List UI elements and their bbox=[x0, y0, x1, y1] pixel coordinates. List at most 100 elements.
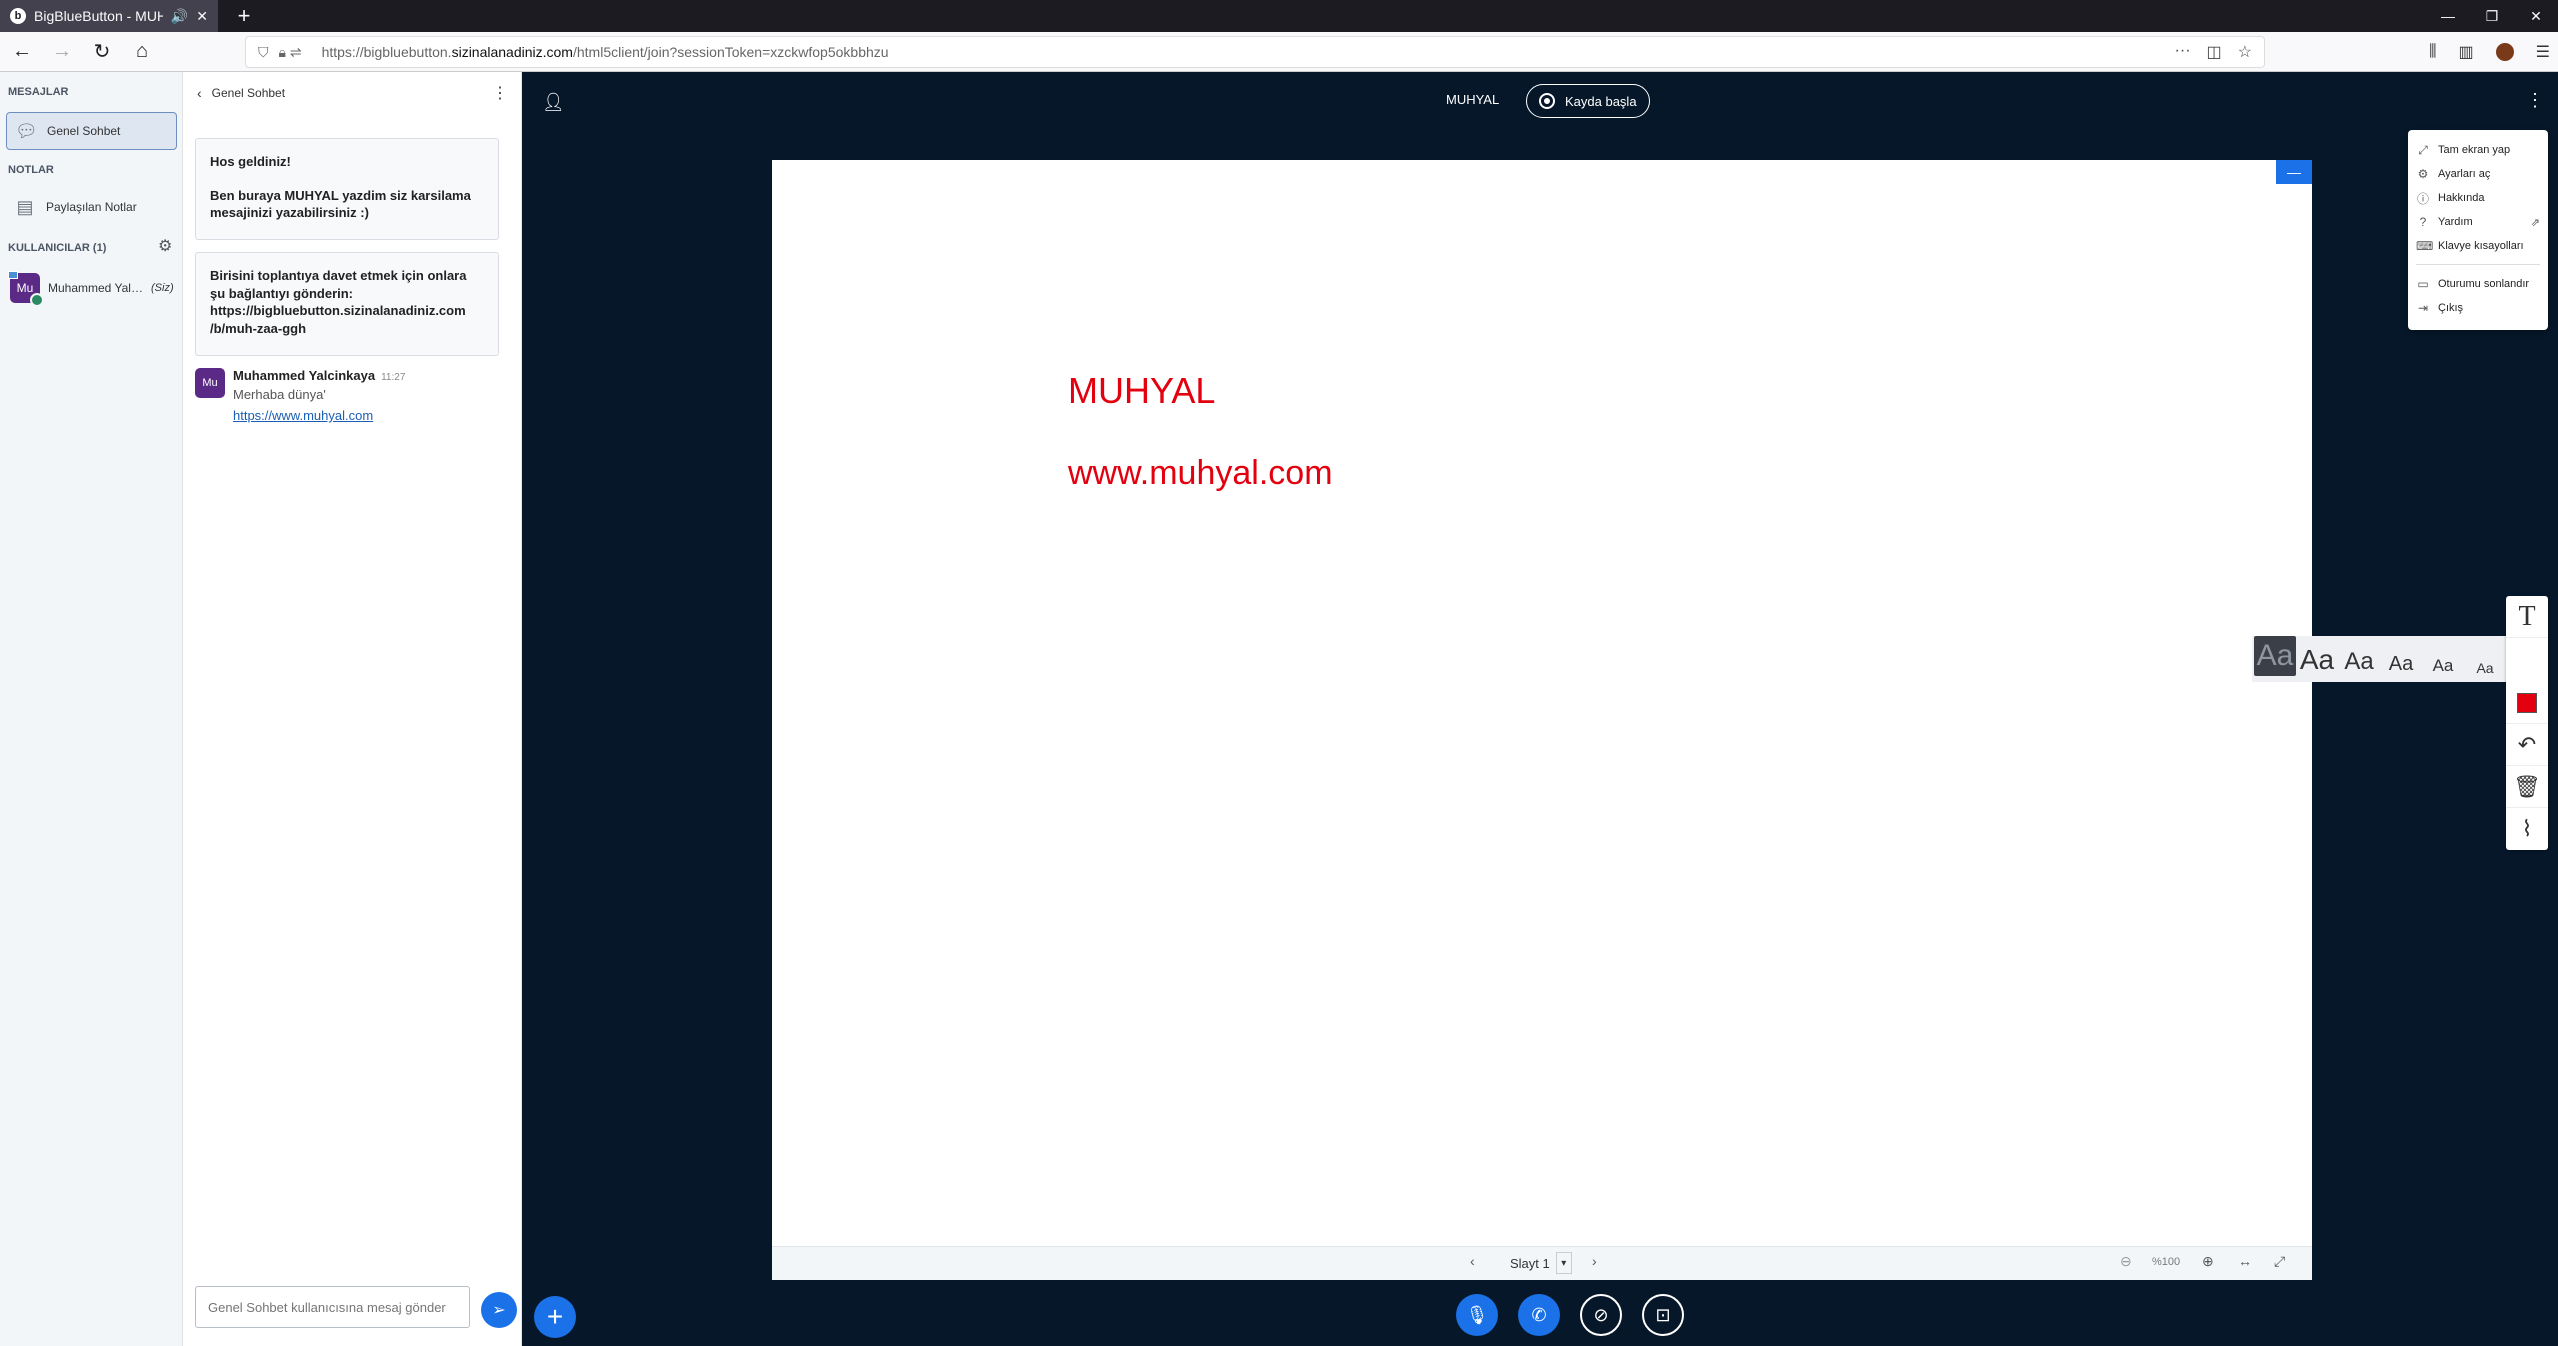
undo-icon[interactable]: ↶ bbox=[2506, 724, 2548, 766]
invite-link-part1: https://bigbluebutton.sizinalanadiniz.co… bbox=[210, 303, 466, 319]
font-size-option[interactable]: Aa bbox=[2296, 644, 2338, 676]
speaker-icon[interactable]: 🔊 bbox=[171, 8, 188, 25]
message-link[interactable]: https://www.muhyal.com bbox=[233, 408, 405, 423]
options-dropdown-menu: ⤢ Tam ekran yap ⚙ Ayarları aç ⓘ Hakkında ? Y… bbox=[2408, 130, 2548, 330]
window-controls: — ❐ ✕ bbox=[2426, 0, 2558, 32]
sidebar-icon[interactable]: ▥ bbox=[2459, 42, 2474, 62]
library-icon[interactable]: ⫼ bbox=[2429, 43, 2436, 61]
font-size-option[interactable]: Aa bbox=[2464, 660, 2506, 676]
slide-selector[interactable]: Slayt 1 ▾ bbox=[1510, 1251, 1572, 1275]
screen-share-button[interactable]: ⊡ bbox=[1642, 1294, 1684, 1336]
record-label: Kayda başla bbox=[1565, 93, 1637, 109]
user-avatar: Mu bbox=[8, 271, 44, 307]
menu-item-about[interactable]: ⓘ Hakkında bbox=[2408, 186, 2548, 210]
font-size-option[interactable]: Aa bbox=[2422, 656, 2464, 676]
chevron-left-icon[interactable]: ‹ bbox=[197, 85, 202, 101]
fullscreen-icon[interactable]: ⤢ bbox=[2274, 1253, 2285, 1270]
menu-label: Ayarları aç bbox=[2438, 168, 2491, 180]
send-message-button[interactable]: ➢ bbox=[481, 1292, 517, 1328]
camera-off-icon: ⊘ bbox=[1593, 1304, 1609, 1325]
chevron-down-icon[interactable]: ▾ bbox=[1555, 1252, 1572, 1274]
color-picker-button[interactable] bbox=[2506, 682, 2548, 724]
slide-text-line1: MUHYAL bbox=[1068, 370, 1216, 411]
close-window-icon[interactable]: ✕ bbox=[2514, 0, 2558, 32]
presentation-toolbar: ‹ Slayt 1 ▾ › ⊖ %100 ⊕ ↔ ⤢ bbox=[772, 1246, 2312, 1280]
audio-phone-button[interactable]: ✆ bbox=[1518, 1294, 1560, 1336]
restore-window-icon[interactable]: ❐ bbox=[2470, 0, 2514, 32]
menu-label: Hakkında bbox=[2438, 192, 2485, 204]
minimize-presentation-button[interactable]: — bbox=[2276, 160, 2312, 184]
presentation-slide[interactable]: MUHYAL www.muhyal.com — ‹ Slayt 1 ▾ › ⊖ … bbox=[772, 160, 2312, 1280]
shared-notes-item[interactable]: ▤ Paylaşılan Notlar bbox=[6, 188, 177, 226]
bigbluebutton-logo-icon: b bbox=[10, 8, 26, 24]
chat-panel: ‹ Genel Sohbet ⋮ Hos geldiniz! Ben buray… bbox=[183, 72, 522, 1346]
home-icon[interactable]: ⌂ bbox=[124, 34, 160, 70]
font-size-option[interactable]: Aa bbox=[2338, 648, 2380, 676]
hamburger-menu-icon[interactable]: ☰ bbox=[2536, 42, 2550, 62]
message-avatar: Mu bbox=[195, 368, 225, 398]
url-path: /html5client/join?sessionToken=xzckwfop5… bbox=[572, 44, 889, 60]
menu-item-logout[interactable]: ⇥ Çıkış bbox=[2408, 296, 2548, 320]
welcome-line2: Ben buraya MUHYAL yazdim siz karsilama m… bbox=[210, 187, 471, 221]
menu-item-end-meeting[interactable]: ▭ Oturumu sonlandır bbox=[2408, 272, 2548, 296]
user-list-panel: MESAJLAR 💬︎ Genel Sohbet NOTLAR ▤ Paylaş… bbox=[0, 72, 183, 1346]
lock-icon[interactable]: 🔒︎ ⇌ bbox=[279, 44, 302, 61]
slide-label: Slayt 1 bbox=[1510, 1255, 1550, 1271]
url-domain: sizinalanadiniz.com bbox=[451, 44, 573, 60]
font-size-picker: Aa Aa Aa Aa Aa Aa bbox=[2252, 636, 2506, 682]
chat-options-icon[interactable]: ⋮ bbox=[492, 83, 508, 103]
browser-tab[interactable]: b BigBlueButton - MUHYAL 🔊 ✕ bbox=[0, 0, 218, 32]
zoom-out-icon[interactable]: ⊖ bbox=[2120, 1253, 2132, 1270]
fit-width-icon[interactable]: ↔ bbox=[2238, 1253, 2252, 1269]
chat-title[interactable]: Genel Sohbet bbox=[212, 86, 285, 100]
record-button[interactable]: Kayda başla bbox=[1526, 84, 1650, 118]
close-tab-icon[interactable]: ✕ bbox=[196, 8, 208, 25]
user-list-item[interactable]: Mu Muhammed Yalcinkaya (Siz) bbox=[8, 268, 178, 308]
address-bar[interactable]: ⛉ 🔒︎ ⇌ https://bigbluebutton.sizinalanad… bbox=[245, 36, 2265, 68]
menu-item-fullscreen[interactable]: ⤢ Tam ekran yap bbox=[2408, 138, 2548, 162]
reload-icon[interactable]: ↻ bbox=[84, 34, 120, 70]
url-prefix: https://bigbluebutton. bbox=[321, 44, 452, 60]
menu-label: Yardım bbox=[2438, 216, 2473, 228]
page-actions-icon[interactable]: ··· bbox=[2175, 42, 2191, 62]
actions-plus-button[interactable]: + bbox=[534, 1296, 576, 1338]
next-slide-icon[interactable]: › bbox=[1592, 1253, 1597, 1269]
public-chat-item[interactable]: 💬︎ Genel Sohbet bbox=[6, 112, 177, 150]
menu-item-help[interactable]: ? Yardım ⇗ bbox=[2408, 210, 2548, 234]
font-size-option[interactable]: Aa bbox=[2254, 636, 2296, 676]
browser-nav-bar: ← → ↻ ⌂ ⛉ 🔒︎ ⇌ https://bigbluebutton.siz… bbox=[0, 32, 2558, 72]
menu-label: Çıkış bbox=[2438, 302, 2464, 314]
chat-message-input[interactable] bbox=[195, 1286, 470, 1328]
nav-bar: 👤︎ MUHYAL Kayda başla ⋮ bbox=[522, 72, 2558, 130]
multi-user-whiteboard-icon[interactable]: ⌇ bbox=[2506, 808, 2548, 850]
previous-slide-icon[interactable]: ‹ bbox=[1470, 1253, 1475, 1269]
bookmark-star-icon[interactable]: ☆ bbox=[2238, 42, 2252, 62]
font-size-option[interactable]: Aa bbox=[2380, 653, 2422, 676]
user-list-toggle-icon[interactable]: 👤︎ bbox=[542, 92, 565, 113]
minimize-window-icon[interactable]: — bbox=[2426, 0, 2470, 32]
pocket-icon[interactable]: ◫ bbox=[2207, 42, 2222, 62]
user-settings-gear-icon[interactable]: ⚙ bbox=[158, 236, 172, 256]
end-meeting-icon: ▭ bbox=[2417, 277, 2429, 291]
forward-icon[interactable]: → bbox=[44, 34, 80, 70]
account-avatar-icon[interactable] bbox=[2495, 43, 2514, 61]
meeting-name: MUHYAL bbox=[1446, 92, 1500, 107]
zoom-in-icon[interactable]: ⊕ bbox=[2202, 1253, 2214, 1270]
microphone-button[interactable]: 🎙︎ bbox=[1456, 1294, 1498, 1336]
message-time: 11:27 bbox=[381, 372, 406, 383]
url-text[interactable]: https://bigbluebutton.sizinalanadiniz.co… bbox=[316, 44, 2175, 60]
trash-icon[interactable]: 🗑︎ bbox=[2506, 766, 2548, 808]
menu-item-shortcuts[interactable]: ⌨ Klavye kısayolları bbox=[2408, 234, 2548, 258]
webcam-button[interactable]: ⊘ bbox=[1580, 1294, 1622, 1336]
new-tab-button[interactable]: + bbox=[228, 0, 260, 32]
keyboard-icon: ⌨ bbox=[2416, 239, 2434, 253]
whiteboard-toolbar: T ↶ 🗑︎ ⌇ bbox=[2506, 596, 2548, 850]
back-icon[interactable]: ← bbox=[4, 34, 40, 70]
text-tool-icon[interactable]: T bbox=[2506, 596, 2548, 638]
menu-divider bbox=[2416, 264, 2540, 265]
menu-item-settings[interactable]: ⚙ Ayarları aç bbox=[2408, 162, 2548, 186]
screen-share-off-icon: ⊡ bbox=[1655, 1304, 1671, 1325]
options-menu-icon[interactable]: ⋮ bbox=[2526, 90, 2544, 111]
shield-icon[interactable]: ⛉ bbox=[258, 44, 269, 61]
info-icon: ⓘ bbox=[2416, 191, 2429, 206]
